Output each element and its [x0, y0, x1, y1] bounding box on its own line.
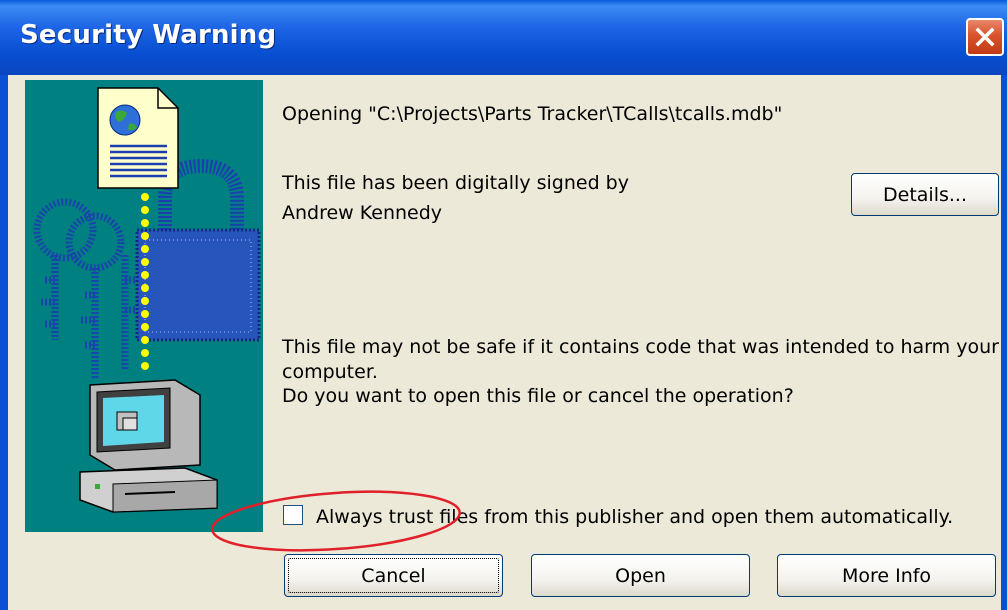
details-label-accel: t: [909, 184, 917, 206]
warning-text-line3: Do you want to open this file or cancel …: [282, 385, 794, 407]
document-icon: [97, 87, 179, 189]
close-icon: [975, 27, 995, 47]
opening-file-path: Opening "C:\Projects\Parts Tracker\TCall…: [282, 103, 783, 125]
keys-icon: [33, 198, 137, 380]
window-frame-left: [0, 75, 8, 610]
globe-icon: [109, 104, 141, 136]
more-info-button[interactable]: More Info: [777, 554, 996, 597]
details-label-pre: De: [883, 184, 910, 206]
signed-by-label: This file has been digitally signed by: [282, 172, 629, 194]
open-label-rest: pen: [630, 565, 666, 587]
details-button[interactable]: Details...: [851, 173, 999, 216]
more-info-label-accel: M: [841, 565, 859, 587]
title-bar[interactable]: Security Warning: [0, 0, 1007, 75]
details-label-post: ails...: [916, 184, 967, 206]
cancel-button[interactable]: Cancel: [284, 554, 503, 597]
focus-ring: [288, 558, 499, 593]
open-button[interactable]: Open: [531, 554, 750, 597]
computer-icon: [79, 379, 218, 513]
always-trust-checkbox[interactable]: [283, 505, 303, 525]
open-label-accel: O: [615, 565, 631, 587]
publisher-name: Andrew Kennedy: [282, 202, 443, 224]
close-button[interactable]: [966, 18, 1004, 56]
padlock-icon: [135, 158, 261, 342]
more-info-label-rest: ore Info: [858, 565, 932, 587]
window-title: Security Warning: [20, 20, 277, 50]
window-frame-right: [1001, 75, 1007, 610]
always-trust-label[interactable]: Always trust files from this publisher a…: [316, 505, 953, 530]
warning-text-line2: computer.: [282, 361, 378, 383]
security-illustration: [25, 80, 263, 532]
warning-text-line1: This file may not be safe if it contains…: [282, 336, 999, 358]
